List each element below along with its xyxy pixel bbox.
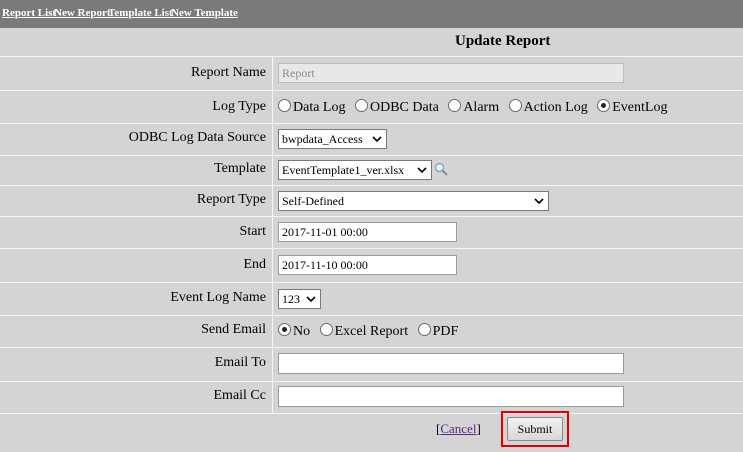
log-type-data-log-radio[interactable]	[278, 99, 291, 112]
log-type-option-label: Action Log	[523, 100, 588, 115]
end-label: End	[243, 257, 266, 272]
end-datetime-input[interactable]	[278, 255, 457, 275]
log-type-eventlog-radio[interactable]	[597, 99, 611, 112]
start-datetime-input[interactable]	[278, 222, 457, 242]
report-type-select[interactable]: Self-Defined	[278, 191, 549, 211]
row-divider	[0, 56, 743, 57]
send-email-option-label: PDF	[432, 324, 459, 339]
report-name-input	[278, 63, 624, 83]
template-select[interactable]: EventTemplate1_ver.xlsx	[278, 160, 432, 180]
log-type-alarm-radio[interactable]	[448, 99, 462, 112]
chevron-down-icon	[306, 296, 316, 303]
odbc-source-label: ODBC Log Data Source	[128, 130, 266, 145]
nav-new-report-link[interactable]: New Report	[54, 7, 111, 19]
send-email-option-label: No	[293, 324, 311, 339]
row-divider	[0, 315, 743, 316]
chevron-down-icon	[372, 136, 382, 143]
odbc-source-value: bwpdata_Access	[282, 132, 363, 146]
email-cc-label: Email Cc	[213, 388, 267, 403]
email-to-label: Email To	[214, 355, 266, 370]
report-name-label: Report Name	[190, 65, 266, 80]
send-email-excel-radio[interactable]	[319, 323, 333, 336]
odbc-source-select[interactable]: bwpdata_Access	[278, 129, 387, 149]
magnifier-icon[interactable]	[434, 162, 448, 176]
email-cc-input[interactable]	[278, 386, 624, 407]
send-email-pdf-radio[interactable]	[417, 323, 431, 336]
submit-button[interactable]: Submit	[507, 417, 563, 441]
top-nav-bar: Report List New Report Template List New…	[0, 0, 743, 28]
chevron-down-icon	[534, 198, 544, 205]
log-type-option-label: EventLog	[612, 100, 668, 115]
start-label: Start	[239, 224, 266, 239]
row-divider	[0, 282, 743, 283]
event-log-name-value: 123	[282, 292, 300, 306]
log-type-option-label: Data Log	[293, 100, 346, 115]
template-label: Template	[214, 161, 266, 176]
log-type-option-label: ODBC Data	[369, 100, 439, 115]
chevron-down-icon	[417, 167, 427, 174]
row-divider	[0, 216, 743, 217]
template-value: EventTemplate1_ver.xlsx	[282, 163, 405, 177]
event-log-name-select[interactable]: 123	[278, 289, 321, 309]
page-title: Update Report	[455, 33, 551, 49]
cancel-wrapper: [Cancel]	[436, 421, 481, 436]
log-type-label: Log Type	[212, 99, 266, 114]
row-divider	[0, 248, 743, 249]
row-divider	[0, 381, 743, 382]
column-divider	[272, 56, 273, 414]
row-divider	[0, 347, 743, 348]
cancel-link[interactable]: Cancel	[440, 421, 476, 436]
log-type-odbc-data-radio[interactable]	[354, 99, 368, 112]
nav-new-template-link[interactable]: New Template	[171, 7, 238, 19]
send-email-radio-group: No Excel Report PDF	[278, 323, 464, 340]
log-type-option-label: Alarm	[463, 100, 500, 115]
report-type-label: Report Type	[196, 192, 266, 207]
row-divider	[0, 413, 743, 414]
send-email-no-radio[interactable]	[278, 323, 291, 336]
send-email-label: Send Email	[201, 322, 266, 337]
log-type-radio-group: Data Log ODBC Data Alarm Action Log Even…	[278, 99, 673, 116]
row-divider	[0, 155, 743, 156]
row-divider	[0, 90, 743, 91]
row-divider	[0, 123, 743, 124]
log-type-action-log-radio[interactable]	[508, 99, 522, 112]
nav-template-list-link[interactable]: Template List	[108, 7, 173, 19]
event-log-name-label: Event Log Name	[170, 290, 266, 305]
report-type-value: Self-Defined	[282, 194, 344, 208]
send-email-option-label: Excel Report	[334, 324, 409, 339]
nav-report-list-link[interactable]: Report List	[2, 7, 56, 19]
email-to-input[interactable]	[278, 353, 624, 374]
row-divider	[0, 185, 743, 186]
